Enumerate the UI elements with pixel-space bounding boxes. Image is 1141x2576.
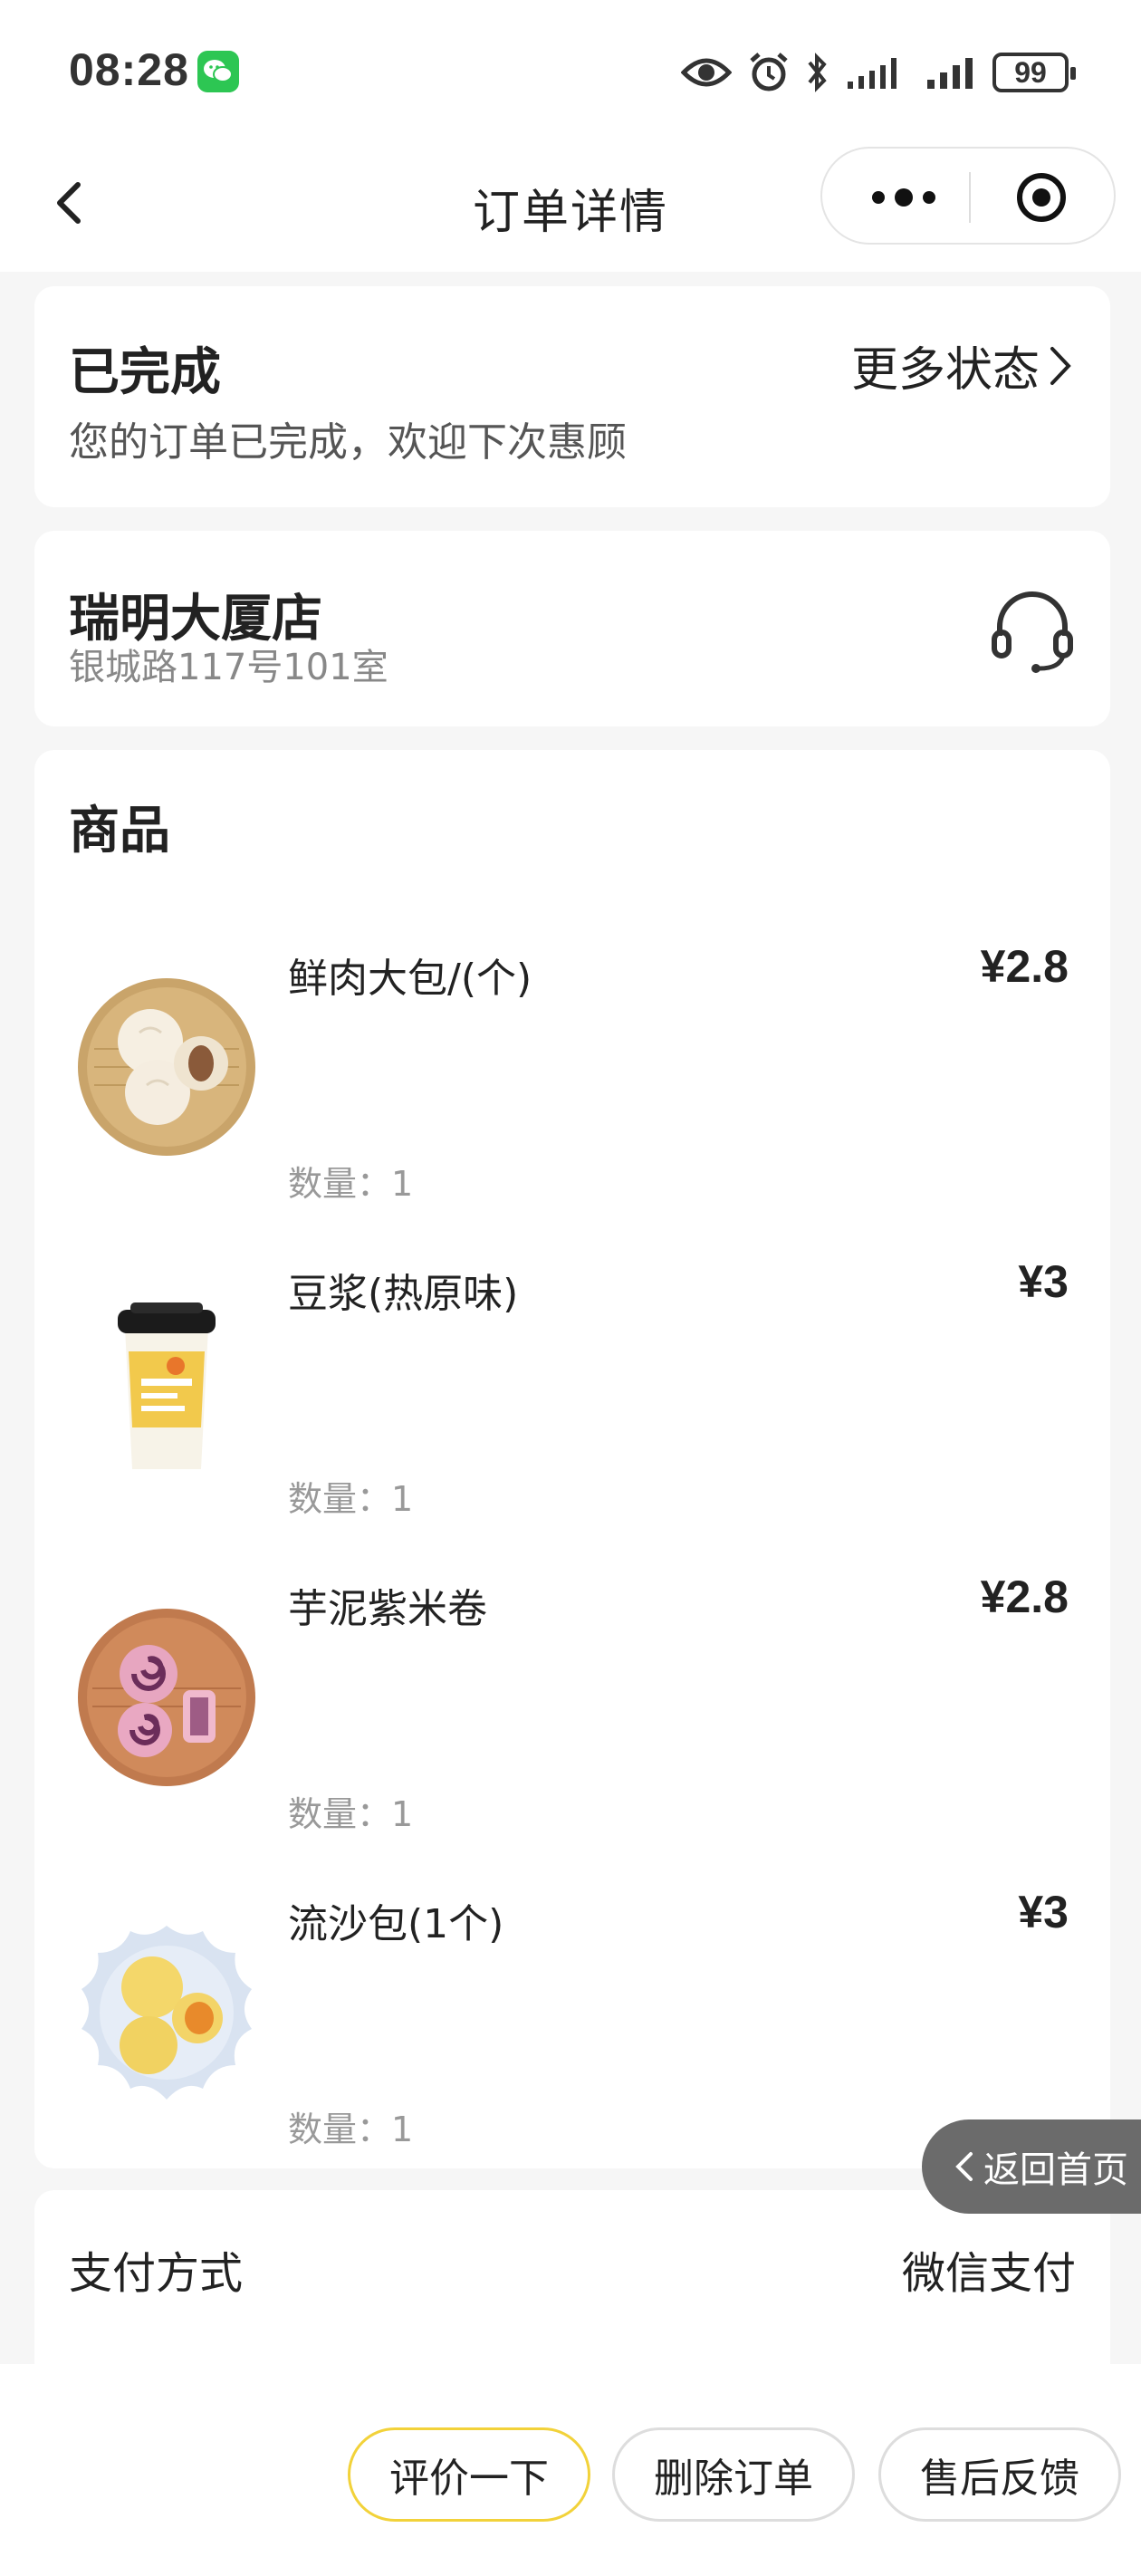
goods-price: ¥2.8 [980, 941, 1069, 992]
goods-price: ¥3 [1018, 1256, 1069, 1307]
goods-item[interactable]: 芋泥紫米卷 ¥2.8 数量：1 [34, 1543, 1110, 1842]
goods-price: ¥2.8 [980, 1572, 1069, 1622]
bluetooth-icon [808, 53, 827, 92]
goods-quantity: 数量：1 [288, 1479, 414, 1519]
more-options-icon[interactable] [858, 176, 949, 219]
battery-indicator: 99 [992, 53, 1076, 92]
store-card: 瑞明大厦店 银城路117号101室 [34, 531, 1110, 726]
after-sales-button[interactable]: 售后反馈 [878, 2427, 1121, 2522]
goods-name: 流沙包(1个) [288, 1901, 504, 1947]
more-status-label: 更多状态 [850, 343, 1040, 398]
chevron-left-icon [955, 2152, 973, 2181]
signal-icon-2 [927, 58, 973, 89]
goods-name: 芋泥紫米卷 [288, 1586, 487, 1632]
custard-bun-image [82, 1926, 252, 2100]
goods-name: 鲜肉大包/(个) [288, 956, 532, 1002]
alarm-icon [750, 53, 788, 91]
status-time: 08:28 [69, 44, 189, 95]
delete-order-button[interactable]: 删除订单 [612, 2427, 855, 2522]
order-status-subtitle: 您的订单已完成，欢迎下次惠顾 [69, 419, 627, 466]
chevron-right-icon [1050, 346, 1071, 385]
goods-item[interactable]: 鲜肉大包/(个) ¥2.8 数量：1 [34, 913, 1110, 1212]
goods-name: 豆浆(热原味) [288, 1271, 519, 1317]
back-to-home-button[interactable]: 返回首页 [922, 2119, 1141, 2214]
store-address: 银城路117号101室 [69, 647, 388, 688]
mini-program-capsule [820, 147, 1116, 245]
order-status-title: 已完成 [69, 343, 221, 402]
meat-bun-image [78, 978, 255, 1156]
bottom-action-bar: 评价一下 删除订单 售后反馈 [0, 2364, 1141, 2576]
goods-item[interactable]: 流沙包(1个) ¥3 数量：1 [34, 1859, 1110, 2158]
more-status-link[interactable]: 更多状态 [851, 332, 1074, 399]
goods-quantity: 数量：1 [288, 1794, 414, 1834]
review-button[interactable]: 评价一下 [348, 2427, 590, 2522]
goods-quantity: 数量：1 [288, 2110, 414, 2149]
wechat-notification-icon [197, 51, 239, 92]
signal-icon-1 [848, 58, 896, 89]
goods-price: ¥3 [1018, 1887, 1069, 1937]
status-bar: 08:28 99 [0, 0, 1141, 136]
goods-item[interactable]: 豆浆(热原味) ¥3 数量：1 [34, 1228, 1110, 1527]
back-to-home-label: 返回首页 [983, 2149, 1128, 2191]
eye-icon [681, 58, 732, 87]
nav-bar: 订单详情 [0, 136, 1141, 272]
headset-icon[interactable] [987, 585, 1078, 676]
goods-quantity: 数量：1 [288, 1164, 414, 1204]
soy-milk-cup-image [118, 1302, 216, 1469]
close-mini-program-icon[interactable] [1014, 170, 1069, 225]
taro-roll-image [78, 1609, 255, 1786]
payment-method-value: 微信支付 [901, 2248, 1076, 2299]
order-status-card: 已完成 您的订单已完成，欢迎下次惠顾 更多状态 [34, 286, 1110, 507]
goods-section-title: 商品 [69, 802, 170, 860]
status-icons: 99 [681, 45, 1076, 100]
payment-method-label: 支付方式 [69, 2248, 244, 2299]
goods-card: 商品 鲜肉大包/(个) ¥2.8 数量：1 豆浆(热原味) ¥3 数量：1 芋泥… [34, 750, 1110, 2168]
capsule-divider [969, 172, 971, 223]
